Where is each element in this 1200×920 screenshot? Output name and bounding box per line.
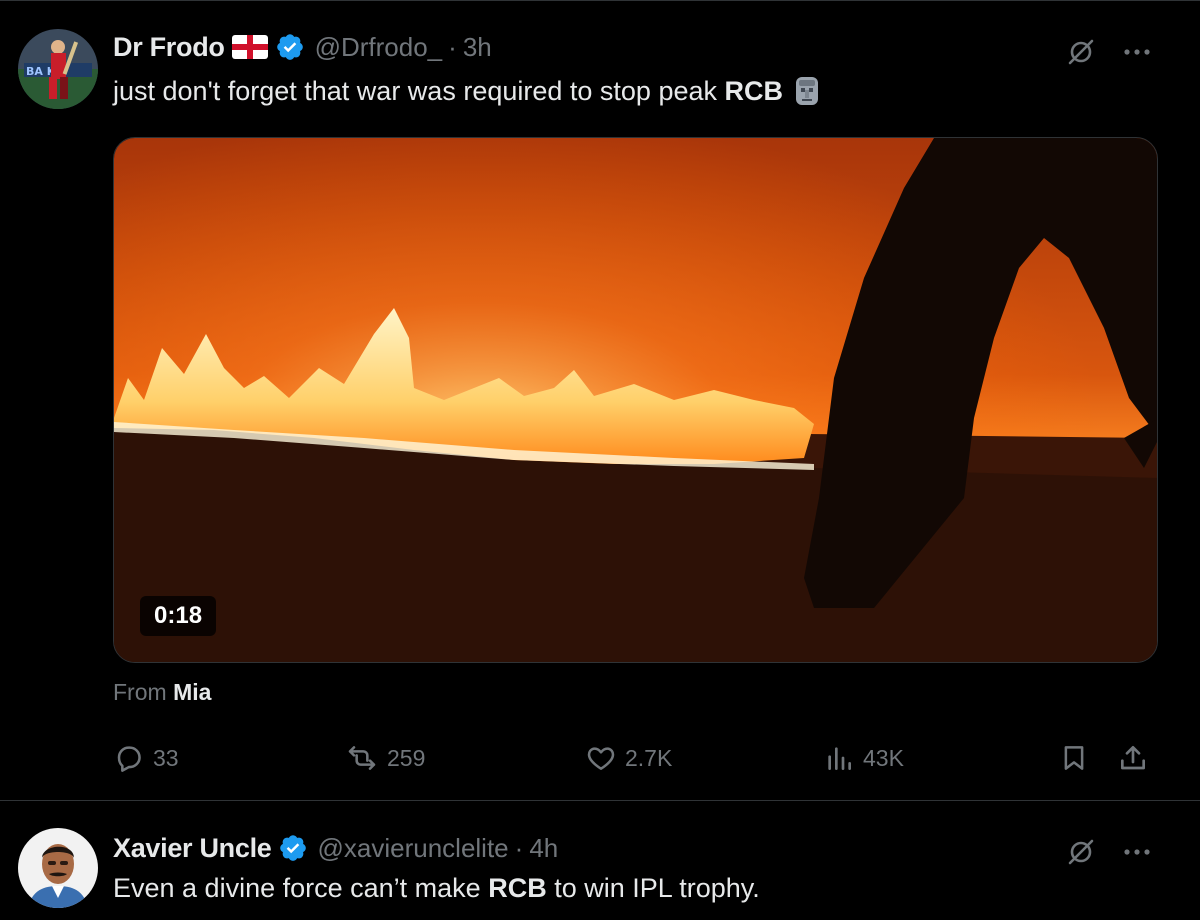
avatar[interactable]: BA K [18,29,98,109]
video-duration-badge: 0:18 [140,596,217,636]
separator-dot: · [448,31,457,62]
tweet-header: Dr Frodo @Drfrodo_ · 3h [113,29,492,65]
display-name[interactable]: Xavier Uncle [113,833,272,864]
tweet-card[interactable]: BA K Dr Frodo @Drfrodo_ · 3h just don't … [0,1,1200,801]
grok-icon[interactable] [1064,835,1098,869]
view-count: 43K [863,744,904,771]
verified-badge-icon[interactable] [275,32,305,62]
grok-icon[interactable] [1064,35,1098,69]
england-flag-icon [231,34,269,60]
user-handle[interactable]: @Drfrodo_ [315,32,443,63]
verified-badge-icon[interactable] [278,833,308,863]
repost-icon [348,746,376,770]
tweet-text: Even a divine force can’t make RCB to wi… [113,873,760,904]
bookmark-icon [1064,746,1084,770]
like-button[interactable]: 2.7K [585,737,672,779]
tweet-actions-bar: 33 259 2.7K 43K [113,737,1158,779]
heart-icon [587,747,615,770]
user-handle[interactable]: @xavierunclelite [318,833,509,864]
tweet-text: just don't forget that war was required … [113,75,821,107]
display-name[interactable]: Dr Frodo [113,32,225,63]
repost-count: 259 [387,744,426,771]
timestamp[interactable]: 3h [463,32,492,63]
from-source-name[interactable]: Mia [173,679,211,705]
from-label: From [113,679,167,705]
moai-emoji-icon [793,75,821,107]
tweet-top-actions [1064,835,1154,869]
reply-count: 33 [153,744,179,771]
separator-dot: · [514,832,524,863]
share-icon [1121,746,1145,770]
more-options-icon[interactable] [1120,835,1154,869]
tweet-top-actions [1064,35,1154,69]
avatar[interactable] [18,828,98,908]
tweet-text-tail: to win IPL trophy. [546,873,760,903]
share-button[interactable] [1117,737,1157,779]
like-count: 2.7K [625,744,673,771]
reply-icon [117,746,141,772]
tweet-text-bold: RCB [488,873,547,903]
repost-button[interactable]: 259 [345,737,425,779]
timeline-feed: BA K Dr Frodo @Drfrodo_ · 3h just don't … [0,0,1200,920]
views-button[interactable]: 43K [823,737,904,779]
video-source: From Mia [113,679,211,706]
video-player[interactable]: 0:18 [113,137,1158,663]
analytics-icon [828,747,851,770]
more-options-icon[interactable] [1120,35,1154,69]
reply-button[interactable]: 33 [113,737,179,779]
tweet-header: Xavier Uncle @xavierunclelite · 4h [113,830,558,866]
tweet-card[interactable]: Xavier Uncle @xavierunclelite · 4h Even … [0,802,1200,920]
bookmark-button[interactable] [1059,737,1097,779]
tweet-text-bold: RCB [724,75,784,106]
tweet-text-body: just don't forget that war was required … [113,75,725,106]
timestamp[interactable]: 4h [529,833,558,864]
tweet-text-body: Even a divine force can’t make [113,873,489,903]
